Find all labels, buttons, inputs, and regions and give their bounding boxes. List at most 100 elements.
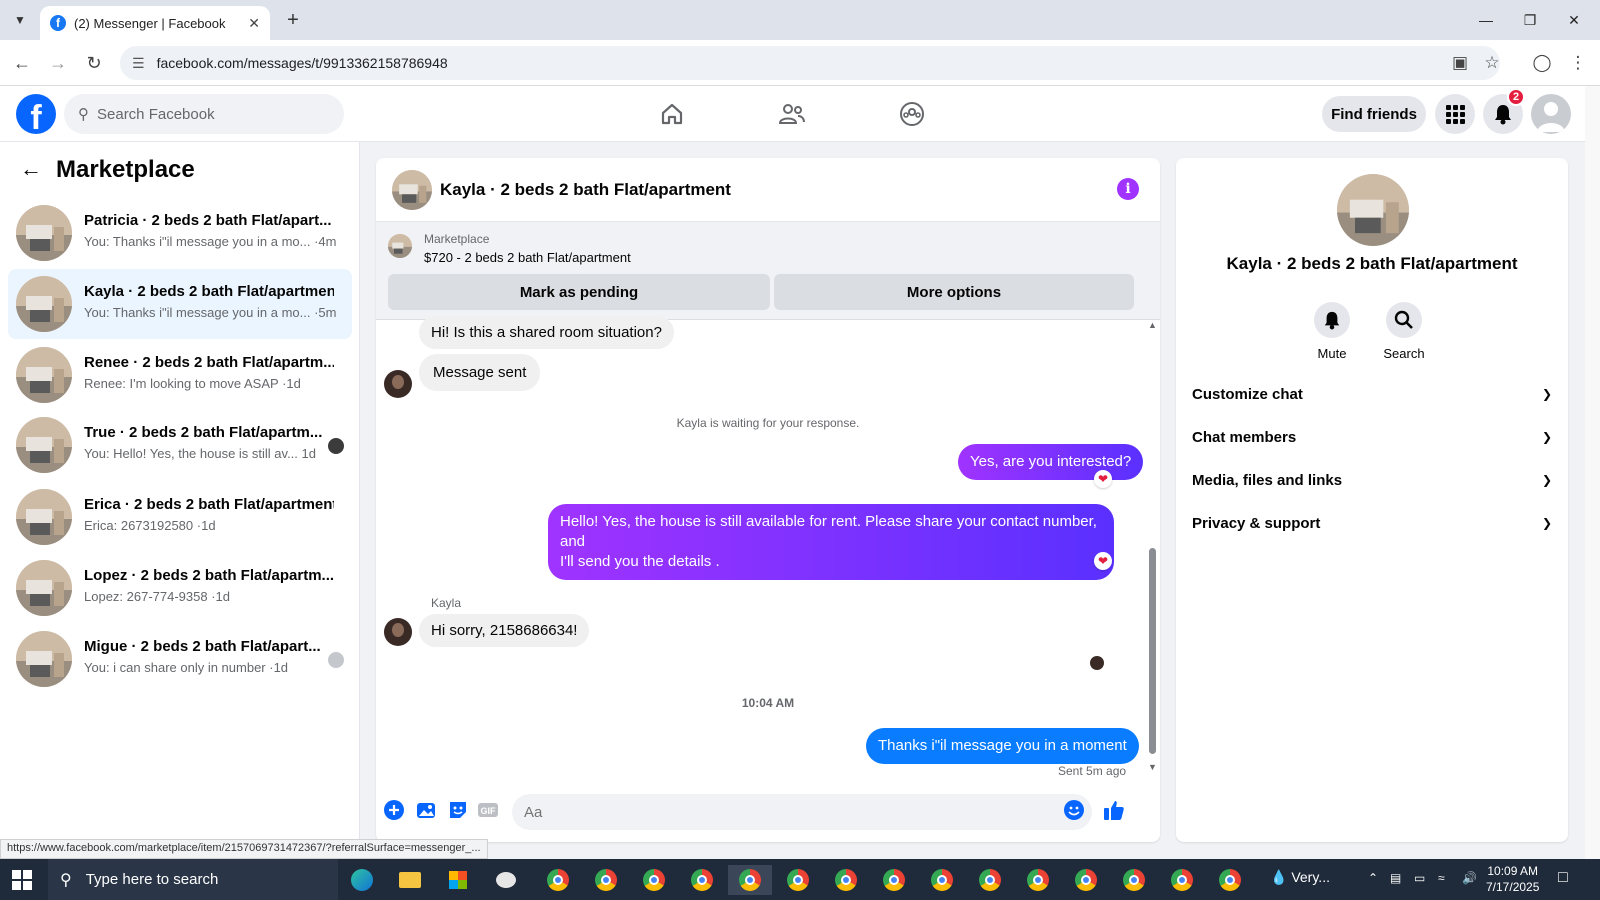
- svg-text:GIF: GIF: [481, 806, 497, 816]
- message-input[interactable]: [512, 794, 1092, 830]
- listing-title-price[interactable]: $720 - 2 beds 2 bath Flat/apartment: [424, 250, 631, 265]
- chrome-icon[interactable]: [536, 865, 580, 895]
- edge-icon[interactable]: [340, 865, 384, 895]
- conversation-item-lopez[interactable]: Lopez · 2 beds 2 bath Flat/apartm... Lop…: [8, 553, 352, 623]
- profile-icon[interactable]: ◯: [1530, 51, 1554, 75]
- reload-button[interactable]: ↻: [82, 51, 106, 75]
- volume-icon[interactable]: 🔊: [1462, 871, 1477, 885]
- back-button[interactable]: ←: [10, 51, 34, 75]
- chrome-profile-icon[interactable]: [872, 865, 916, 895]
- more-actions-plus-icon[interactable]: [382, 798, 406, 822]
- search-icon[interactable]: [1386, 302, 1422, 338]
- heart-reaction-icon[interactable]: ❤: [1094, 470, 1112, 488]
- mark-as-pending-button[interactable]: Mark as pending: [388, 274, 770, 310]
- conversation-item-renee[interactable]: Renee · 2 beds 2 bath Flat/apartm... Ren…: [8, 340, 352, 410]
- facebook-search-input[interactable]: ⚲ Search Facebook: [64, 94, 344, 134]
- chrome-profile-icon[interactable]: [1064, 865, 1108, 895]
- url-field[interactable]: ☰ facebook.com/messages/t/99133621587869…: [120, 46, 1500, 80]
- chrome-profile-icon[interactable]: [1016, 865, 1060, 895]
- url-text: facebook.com/messages/t/9913362158786948: [156, 55, 448, 71]
- message-line: I'll send you the details .: [560, 553, 720, 570]
- restore-button[interactable]: ❐: [1508, 6, 1552, 34]
- friends-icon[interactable]: [774, 96, 810, 132]
- chrome-profile-icon[interactable]: [920, 865, 964, 895]
- file-explorer-icon[interactable]: [388, 865, 432, 895]
- battery-icon[interactable]: ▭: [1414, 871, 1425, 885]
- weather-widget[interactable]: 💧 Very...: [1270, 869, 1330, 886]
- browser-tab[interactable]: f (2) Messenger | Facebook ✕: [40, 6, 270, 40]
- emoji-icon[interactable]: [1062, 798, 1086, 822]
- attach-photo-icon[interactable]: [414, 798, 438, 822]
- browser-menu-icon[interactable]: ⋮: [1566, 51, 1590, 75]
- bookmark-star-icon[interactable]: ☆: [1480, 51, 1504, 75]
- chrome-profile-icon-active[interactable]: [728, 865, 772, 895]
- search-action[interactable]: Search: [1374, 302, 1434, 361]
- chat-title[interactable]: Kayla · 2 beds 2 bath Flat/apartment: [440, 180, 731, 200]
- section-label: Privacy & support: [1192, 514, 1321, 532]
- thumbs-up-icon[interactable]: [1102, 798, 1126, 822]
- minimize-button[interactable]: —: [1464, 6, 1508, 34]
- outgoing-message: Yes, are you interested?: [958, 444, 1144, 480]
- chrome-profile-icon[interactable]: [680, 865, 724, 895]
- scroll-down-icon[interactable]: ▼: [1148, 762, 1157, 772]
- chrome-profile-icon[interactable]: [632, 865, 676, 895]
- chat-panel: Kayla · 2 beds 2 bath Flat/apartment i M…: [376, 158, 1160, 842]
- chat-listing-thumbnail[interactable]: [392, 170, 432, 210]
- groups-icon[interactable]: [894, 96, 930, 132]
- listing-mini-thumbnail[interactable]: [388, 234, 412, 258]
- conversation-item-patricia[interactable]: Patricia · 2 beds 2 bath Flat/apart... Y…: [8, 198, 352, 268]
- facebook-logo-icon[interactable]: f: [16, 94, 56, 134]
- chat-scroll-thumb[interactable]: [1149, 548, 1156, 754]
- seen-avatar: [328, 652, 344, 668]
- new-tab-button[interactable]: +: [281, 8, 305, 32]
- conversation-item-true[interactable]: True · 2 beds 2 bath Flat/apartm... You:…: [8, 410, 352, 480]
- listing-photo[interactable]: [1337, 174, 1409, 246]
- paint-icon[interactable]: [484, 865, 528, 895]
- chrome-profile-icon[interactable]: [776, 865, 820, 895]
- tab-search-button[interactable]: ▼: [8, 8, 32, 32]
- close-window-button[interactable]: ✕: [1552, 6, 1596, 34]
- more-options-button[interactable]: More options: [774, 274, 1134, 310]
- notification-center-icon[interactable]: □: [1558, 869, 1568, 887]
- conversation-item-migue[interactable]: Migue · 2 beds 2 bath Flat/apart... You:…: [8, 624, 352, 694]
- chat-members-section[interactable]: Chat members ❯: [1192, 417, 1552, 457]
- sticker-icon[interactable]: [446, 798, 470, 822]
- page-scrollbar[interactable]: [1585, 86, 1600, 860]
- site-settings-icon[interactable]: ☰: [132, 55, 145, 72]
- install-app-icon[interactable]: ▣: [1448, 51, 1472, 75]
- close-tab-icon[interactable]: ✕: [248, 15, 260, 32]
- account-avatar[interactable]: [1531, 94, 1571, 134]
- forward-button[interactable]: →: [46, 51, 70, 75]
- windows-start-icon[interactable]: [12, 870, 32, 890]
- network-icon[interactable]: ▤: [1390, 871, 1401, 885]
- chat-scrollbar[interactable]: ▲ ▼: [1146, 320, 1160, 776]
- conversation-item-kayla[interactable]: Kayla · 2 beds 2 bath Flat/apartment You…: [8, 269, 352, 339]
- chrome-profile-icon[interactable]: [824, 865, 868, 895]
- customize-chat-section[interactable]: Customize chat ❯: [1192, 374, 1552, 414]
- home-icon[interactable]: [654, 96, 690, 132]
- privacy-support-section[interactable]: Privacy & support ❯: [1192, 503, 1552, 543]
- microsoft-store-icon[interactable]: [436, 865, 480, 895]
- heart-reaction-icon[interactable]: ❤: [1094, 552, 1112, 570]
- chrome-profile-icon[interactable]: [1208, 865, 1252, 895]
- chrome-profile-icon[interactable]: [584, 865, 628, 895]
- wifi-icon[interactable]: ≈: [1438, 871, 1445, 885]
- gif-icon[interactable]: GIF: [476, 798, 500, 822]
- taskbar-search-box[interactable]: ⚲ Type here to search: [48, 859, 338, 900]
- back-arrow-icon[interactable]: ←: [20, 156, 42, 182]
- chrome-profile-icon[interactable]: [1160, 865, 1204, 895]
- bell-icon[interactable]: [1314, 302, 1350, 338]
- find-friends-button[interactable]: Find friends: [1322, 96, 1426, 132]
- incoming-message: Hi! Is this a shared room situation?: [419, 316, 674, 349]
- browser-tab-strip: ▼ f (2) Messenger | Facebook ✕ + — ❐ ✕: [0, 0, 1600, 40]
- scroll-up-icon[interactable]: ▲: [1148, 320, 1157, 330]
- info-icon[interactable]: i: [1117, 178, 1139, 200]
- chevron-up-icon[interactable]: ⌃: [1368, 871, 1378, 885]
- chrome-profile-icon[interactable]: [1112, 865, 1156, 895]
- menu-grid-icon[interactable]: [1435, 94, 1475, 134]
- media-files-links-section[interactable]: Media, files and links ❯: [1192, 460, 1552, 500]
- conversation-item-erica[interactable]: Erica · 2 beds 2 bath Flat/apartment Eri…: [8, 482, 352, 552]
- mute-action[interactable]: Mute: [1302, 302, 1362, 361]
- taskbar-clock[interactable]: 10:09 AM 7/17/2025: [1486, 863, 1539, 895]
- chrome-profile-icon[interactable]: [968, 865, 1012, 895]
